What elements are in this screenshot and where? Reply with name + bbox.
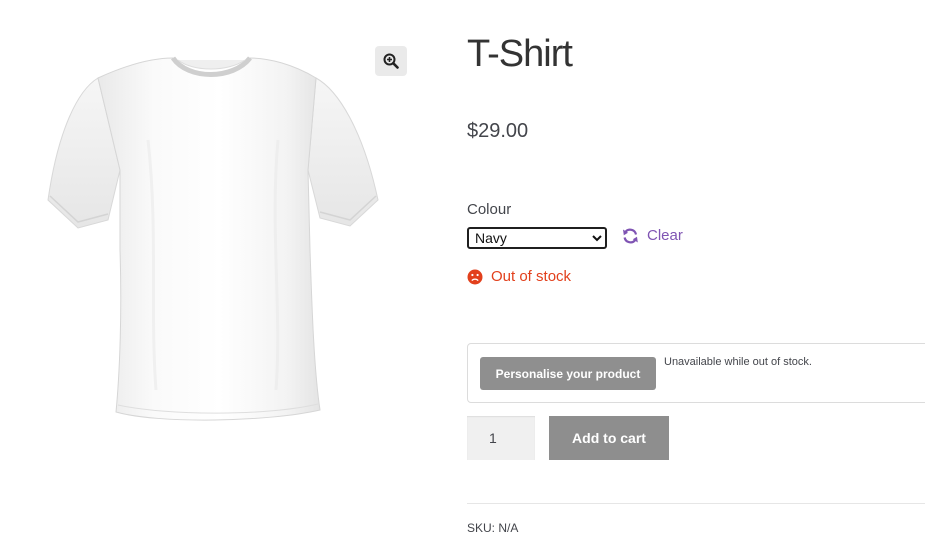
clear-label: Clear	[647, 227, 683, 244]
personalise-button[interactable]: Personalise your product	[480, 357, 656, 390]
personalise-note: Unavailable while out of stock.	[664, 356, 812, 368]
personalise-panel: Personalise your product Unavailable whi…	[467, 343, 925, 403]
product-gallery	[38, 36, 422, 436]
product-price: $29.00	[467, 120, 529, 142]
refresh-icon	[623, 228, 638, 243]
stock-status-text: Out of stock	[491, 268, 572, 285]
add-to-cart-button[interactable]: Add to cart	[549, 416, 669, 460]
colour-label: Colour	[467, 201, 512, 218]
quantity-input[interactable]	[467, 416, 535, 460]
zoom-button[interactable]	[375, 46, 407, 76]
product-sku: SKU: N/A	[467, 521, 519, 535]
product-page: T-Shirt $29.00 Colour Navy Clear Out of …	[0, 0, 925, 544]
clear-selection-link[interactable]: Clear	[622, 227, 683, 244]
sad-face-icon	[467, 269, 483, 284]
product-title: T-Shirt	[467, 33, 573, 75]
product-image[interactable]	[38, 50, 388, 430]
magnifier-zoom-icon	[383, 53, 399, 69]
colour-select[interactable]: Navy	[467, 227, 607, 249]
stock-status: Out of stock	[467, 268, 571, 285]
divider	[467, 503, 925, 504]
